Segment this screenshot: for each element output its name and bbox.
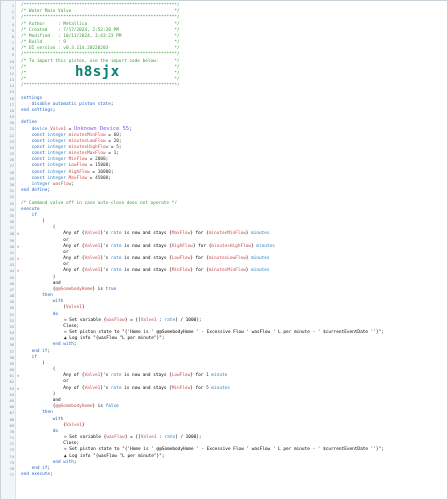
import-code: h8sjx: [75, 63, 120, 80]
code-line: 77 end execute;: [1, 472, 447, 478]
piston-code-editor: 1/**************************************…: [0, 0, 448, 500]
line-number: 77: [9, 473, 14, 478]
code-area: 1/**************************************…: [1, 3, 447, 478]
code-text: end execute;: [21, 472, 53, 478]
